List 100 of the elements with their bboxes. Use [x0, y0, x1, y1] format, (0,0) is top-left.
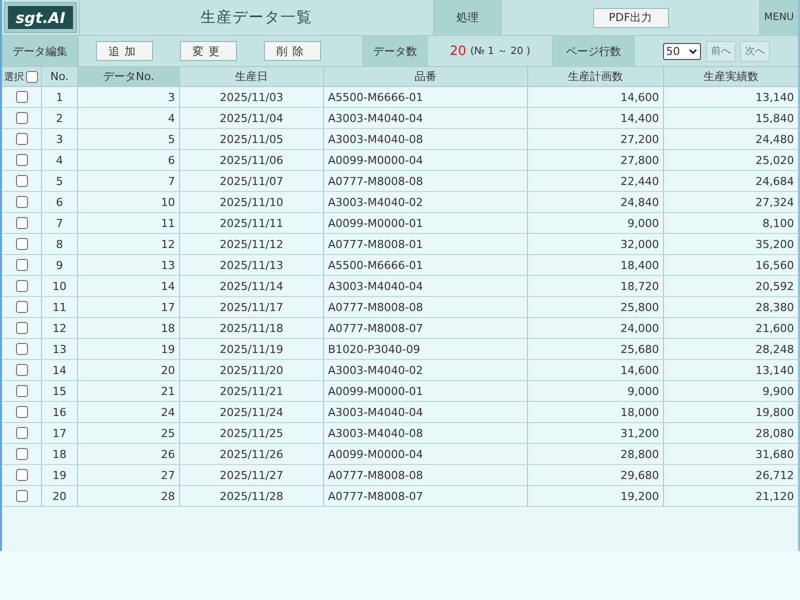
caret-icon: [689, 48, 697, 54]
table-cell: 15: [42, 381, 78, 401]
table-cell: 14: [78, 276, 180, 296]
row-checkbox[interactable]: [16, 448, 28, 460]
row-checkbox[interactable]: [16, 175, 28, 187]
row-checkbox[interactable]: [16, 217, 28, 229]
table-cell-text: 31,680: [754, 446, 795, 462]
table-cell-text: 8,100: [762, 216, 795, 232]
table-cell-text: 9,900: [762, 384, 795, 400]
table-cell-text: 13,140: [754, 90, 795, 106]
table-cell-text: 20,592: [754, 278, 795, 294]
table-cell: 20: [78, 360, 180, 380]
row-checkbox[interactable]: [16, 364, 28, 376]
column-header: 選択: [4, 70, 24, 84]
table-cell: 19: [78, 339, 180, 359]
table-cell: 6: [78, 150, 180, 170]
section-label: データ編集: [2, 36, 79, 66]
table-cell: 11: [42, 297, 78, 317]
row-checkbox[interactable]: [16, 280, 28, 292]
table-cell: 17: [78, 297, 180, 317]
table-cell: A3003-M4040-08: [324, 423, 528, 443]
table-cell: 2025/11/04: [180, 108, 324, 128]
table-cell-text: 19,800: [754, 404, 795, 420]
edit-button[interactable]: 追加: [96, 41, 153, 61]
table-cell: 13: [78, 255, 180, 275]
row-checkbox[interactable]: [16, 196, 28, 208]
pdf-export-button[interactable]: PDF出力: [592, 8, 668, 28]
table-cell: A0777-M8008-07: [324, 318, 528, 338]
table-cell-text: 24,684: [754, 174, 795, 190]
table-cell: A0099-M0000-01: [324, 213, 528, 233]
row-checkbox[interactable]: [16, 385, 28, 397]
table-cell-text: 26,712: [754, 468, 795, 484]
row-checkbox[interactable]: [16, 154, 28, 166]
row-checkbox[interactable]: [16, 301, 28, 313]
table-cell: A3003-M4040-02: [324, 192, 528, 212]
column-header[interactable]: データNo.: [78, 67, 180, 86]
table-cell: 2025/11/19: [180, 339, 324, 359]
table-cell: 22,440: [528, 171, 664, 191]
table-cell-text: 15,840: [754, 110, 795, 126]
row-checkbox[interactable]: [16, 133, 28, 145]
table-cell: 18: [78, 318, 180, 338]
edit-button[interactable]: 削除: [264, 41, 321, 61]
row-checkbox[interactable]: [16, 238, 28, 250]
edit-button[interactable]: 変更: [180, 41, 237, 61]
table-cell: 10: [42, 276, 78, 296]
section-label: 処理: [434, 0, 502, 35]
table-cell: 16: [42, 402, 78, 422]
table-cell: 11: [78, 213, 180, 233]
table-cell: 31,200: [528, 423, 664, 443]
logo: sgt.AI: [5, 3, 76, 32]
table-cell: 5: [42, 171, 78, 191]
record-range: (№ 1 ～ 20 ): [470, 45, 530, 58]
table-cell-text: 25,020: [754, 152, 795, 168]
table-cell-text: 27,324: [754, 194, 795, 210]
table-cell: A0099-M0000-04: [324, 150, 528, 170]
row-checkbox[interactable]: [16, 469, 28, 481]
table-cell-text: 28,080: [754, 426, 795, 442]
table-cell: 32,000: [528, 234, 664, 254]
table-cell: 27,200: [528, 129, 664, 149]
row-checkbox[interactable]: [16, 322, 28, 334]
table-cell: 10: [78, 192, 180, 212]
table-cell: 8: [42, 234, 78, 254]
table-cell: A5500-M6666-01: [324, 255, 528, 275]
table-cell: 18: [42, 444, 78, 464]
table-cell: B1020-P3040-09: [324, 339, 528, 359]
table-cell: 19,200: [528, 486, 664, 506]
table-cell: 2025/11/24: [180, 402, 324, 422]
row-checkbox[interactable]: [16, 343, 28, 355]
table-cell: 2: [42, 108, 78, 128]
table-cell: 29,680: [528, 465, 664, 485]
table-cell: 27,800: [528, 150, 664, 170]
menu-button[interactable]: MENU: [760, 0, 798, 35]
table-cell: 24,840: [528, 192, 664, 212]
table-cell: 14,400: [528, 108, 664, 128]
table-cell: 2025/11/21: [180, 381, 324, 401]
table-cell: A0099-M0000-04: [324, 444, 528, 464]
table-cell: 2025/11/14: [180, 276, 324, 296]
row-checkbox[interactable]: [16, 259, 28, 271]
table-cell: 25,680: [528, 339, 664, 359]
table-cell: 18,400: [528, 255, 664, 275]
row-checkbox[interactable]: [16, 427, 28, 439]
row-checkbox[interactable]: [16, 112, 28, 124]
table-cell: A0777-M8008-08: [324, 171, 528, 191]
table-cell: 24,000: [528, 318, 664, 338]
table-cell: A3003-M4040-02: [324, 360, 528, 380]
row-checkbox[interactable]: [16, 91, 28, 103]
record-count: 20: [450, 44, 466, 58]
rows-per-page-select[interactable]: 50: [663, 42, 701, 60]
table-cell: 19: [42, 465, 78, 485]
table-cell: 25,800: [528, 297, 664, 317]
table-cell: A0099-M0000-01: [324, 381, 528, 401]
row-checkbox[interactable]: [16, 490, 28, 502]
select-all-checkbox[interactable]: [26, 70, 38, 82]
table-cell: 13: [42, 339, 78, 359]
table-cell: 27: [78, 465, 180, 485]
table-cell: A0777-M8008-08: [324, 297, 528, 317]
table-cell: 1: [42, 87, 78, 107]
table-cell: 2025/11/26: [180, 444, 324, 464]
table-cell: 4: [78, 108, 180, 128]
row-checkbox[interactable]: [16, 406, 28, 418]
